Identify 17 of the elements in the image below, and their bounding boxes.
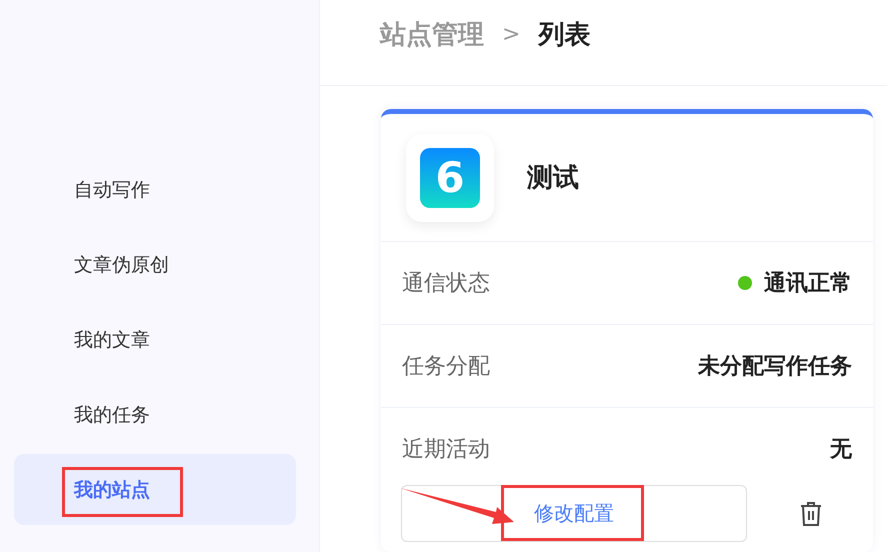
sidebar-item[interactable]: 自动写作: [14, 154, 296, 225]
site-name: 测试: [527, 162, 579, 195]
field-label: 通信状态: [402, 270, 490, 298]
logo-icon: 6: [420, 148, 480, 208]
sidebar-item[interactable]: 我的任务: [14, 379, 296, 450]
sidebar-item[interactable]: 我的文章: [14, 304, 296, 375]
config-button[interactable]: 修改配置: [401, 485, 747, 542]
field-label: 任务分配: [402, 353, 490, 381]
sidebar-item[interactable]: 文章伪原创: [14, 229, 296, 300]
breadcrumb-separator: >: [502, 22, 520, 47]
field-value: 通讯正常: [764, 270, 852, 298]
trash-icon[interactable]: [800, 500, 822, 526]
breadcrumb-item[interactable]: 列表: [538, 17, 590, 52]
sidebar-item[interactable]: 我的站点: [14, 454, 296, 525]
field-value: 未分配写作任务: [698, 353, 852, 381]
field-value: 无: [830, 436, 852, 464]
field-label: 近期活动: [402, 436, 490, 464]
